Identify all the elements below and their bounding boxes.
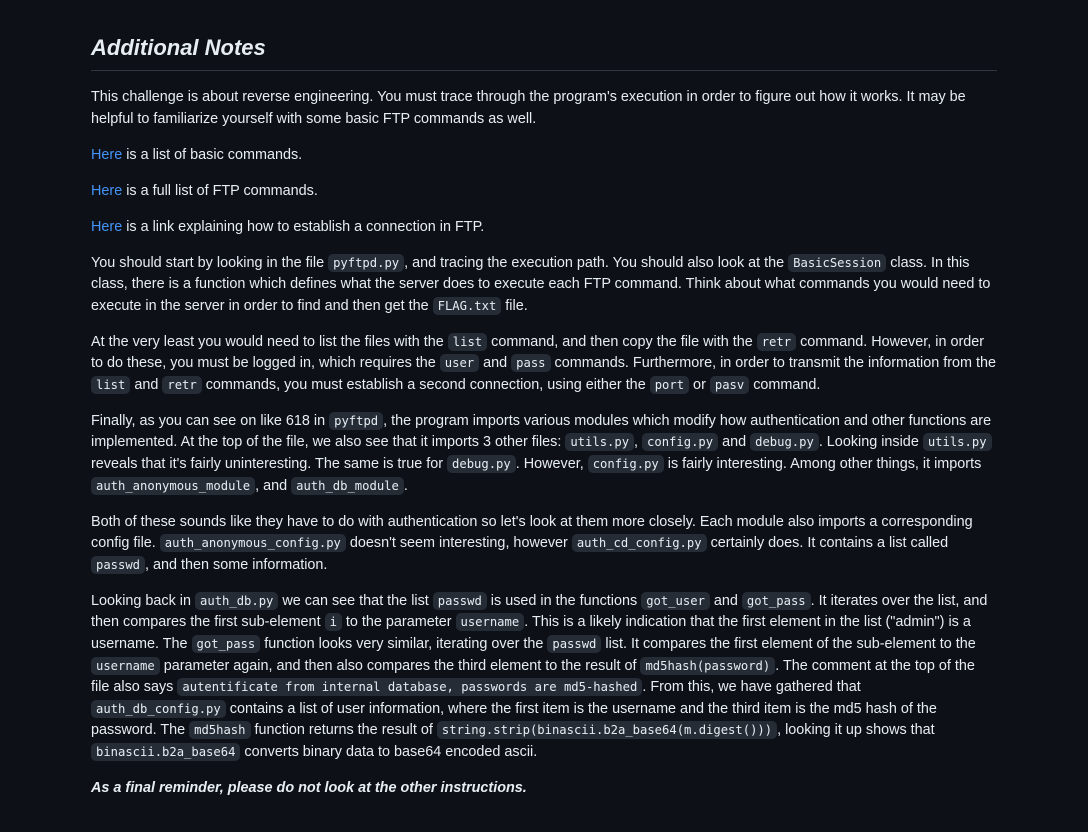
- paragraph-text: converts binary data to base64 encoded a…: [240, 743, 538, 760]
- inline-code: username: [91, 656, 160, 675]
- inline-code: list: [91, 375, 131, 394]
- paragraph-text: function looks very similar, iterating o…: [260, 636, 548, 652]
- inline-code: auth_db_config.py: [91, 699, 226, 718]
- inline-code: debug.py: [750, 433, 819, 452]
- paragraph-text: list. It compares the first element of t…: [601, 636, 976, 652]
- paragraph-text: command, and then copy the file with the: [487, 333, 757, 350]
- paragraph-text: , and: [255, 477, 292, 494]
- basic-commands-text: is a list of basic commands.: [122, 146, 303, 163]
- body-paragraph: Looking back in auth_db.py we can see th…: [91, 591, 997, 764]
- paragraph-text: file.: [501, 297, 528, 314]
- paragraph-text: is used in the functions: [486, 592, 642, 609]
- inline-code: got_pass: [191, 635, 261, 653]
- inline-code: passwd: [91, 555, 146, 574]
- basic-commands-line: Here is a list of basic commands.: [91, 145, 997, 167]
- ftp-connection-text: is a link explaining how to establish a …: [122, 218, 485, 235]
- paragraph-text: and: [479, 355, 512, 372]
- body-paragraph: You should start by looking in the file …: [91, 253, 997, 318]
- paragraph-text: . However,: [515, 456, 588, 473]
- inline-code: auth_anonymous_module: [91, 476, 256, 495]
- inline-code: pyftpd.py: [328, 253, 405, 272]
- rich-paragraphs: You should start by looking in the file …: [91, 253, 997, 764]
- inline-code: binascii.b2a_base64: [91, 742, 241, 761]
- inline-code: got_pass: [741, 591, 811, 610]
- paragraph-text: You should start by looking in the file: [91, 254, 329, 271]
- inline-code: retr: [162, 375, 202, 394]
- inline-code: got_user: [641, 591, 710, 610]
- inline-code: config.py: [587, 455, 664, 474]
- inline-code: auth_anonymous_config.py: [159, 534, 346, 553]
- paragraph-text: . From this, we have gathered that: [642, 679, 861, 696]
- ftp-commands-link[interactable]: Here: [91, 183, 122, 199]
- inline-code: utils.py: [565, 433, 635, 452]
- paragraph-text: certainly does. It contains a list calle…: [706, 535, 949, 552]
- ftp-connection-link[interactable]: Here: [91, 219, 122, 235]
- paragraph-text: doesn't seem interesting, however: [345, 535, 572, 552]
- inline-code: config.py: [642, 433, 719, 452]
- inline-code: passwd: [547, 635, 602, 653]
- body-paragraph: Finally, as you can see on like 618 in p…: [91, 411, 997, 497]
- paragraph-text: At the very least you would need to list…: [91, 333, 448, 350]
- paragraph-text: Finally, as you can see on like 618 in: [91, 412, 330, 429]
- paragraph-text: .: [403, 477, 408, 494]
- inline-code: BasicSession: [788, 253, 887, 272]
- inline-code: pyftpd: [329, 411, 384, 430]
- notes-document: Additional Notes This challenge is about…: [91, 30, 997, 814]
- inline-code: autentificate from internal database, pa…: [177, 678, 643, 697]
- paragraph-text: and: [718, 434, 751, 451]
- paragraph-text: , looking it up shows that: [777, 722, 935, 739]
- inline-code: user: [439, 354, 480, 373]
- inline-code: auth_db_module: [291, 476, 404, 495]
- paragraph-text: commands, you must establish a second co…: [201, 376, 650, 393]
- paragraph-text: commands. Furthermore, in order to trans…: [550, 355, 997, 372]
- paragraph-text: , and then some information.: [145, 556, 328, 573]
- inline-code: port: [649, 375, 690, 394]
- ftp-connection-line: Here is a link explaining how to establi…: [91, 217, 997, 239]
- inline-code: passwd: [432, 591, 487, 610]
- paragraph-text: we can see that the list: [278, 592, 433, 609]
- inline-code: utils.py: [922, 433, 992, 452]
- inline-code: FLAG.txt: [432, 296, 502, 315]
- paragraph-text: reveals that it's fairly uninteresting. …: [91, 456, 448, 473]
- paragraph-text: is fairly interesting. Among other thing…: [663, 456, 982, 473]
- paragraph-text: function returns the result of: [250, 722, 437, 739]
- body-paragraph: Both of these sounds like they have to d…: [91, 512, 997, 577]
- paragraph-text: ,: [634, 434, 643, 451]
- paragraph-text: to the parameter: [341, 614, 456, 631]
- inline-code: auth_db.py: [195, 591, 279, 610]
- final-reminder: As a final reminder, please do not look …: [91, 779, 527, 796]
- ftp-commands-line: Here is a full list of FTP commands.: [91, 181, 997, 203]
- body-paragraph: At the very least you would need to list…: [91, 332, 997, 397]
- paragraph-text: , and tracing the execution path. You sh…: [404, 254, 789, 271]
- paragraph-text: . Looking inside: [818, 434, 923, 451]
- paragraph-text: and: [709, 592, 742, 609]
- inline-code: string.strip(binascii.b2a_base64(m.diges…: [436, 721, 778, 740]
- paragraph-text: or: [689, 376, 710, 393]
- basic-commands-link[interactable]: Here: [91, 147, 122, 163]
- inline-code: list: [447, 332, 488, 351]
- paragraph-text: and: [130, 376, 163, 393]
- page-title: Additional Notes: [91, 30, 997, 71]
- inline-code: retr: [756, 332, 797, 351]
- paragraph-text: parameter again, and then also compares …: [159, 657, 641, 674]
- inline-code: pass: [511, 354, 551, 373]
- inline-code: md5hash: [189, 721, 251, 740]
- inline-code: auth_cd_config.py: [571, 534, 707, 553]
- inline-code: debug.py: [447, 455, 516, 474]
- inline-code: i: [324, 613, 342, 632]
- inline-code: md5hash(password): [640, 656, 776, 675]
- paragraph-text: command.: [749, 376, 821, 393]
- paragraph-text: Looking back in: [91, 592, 196, 609]
- inline-code: username: [455, 613, 525, 632]
- intro-paragraph: This challenge is about reverse engineer…: [91, 89, 966, 127]
- inline-code: pasv: [709, 375, 750, 394]
- ftp-commands-text: is a full list of FTP commands.: [122, 182, 318, 199]
